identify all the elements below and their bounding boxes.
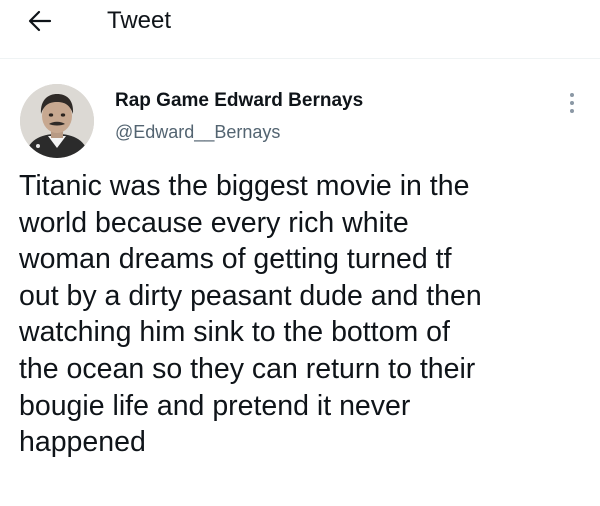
avatar[interactable] xyxy=(20,84,94,158)
tweet-line: happened xyxy=(19,426,146,459)
tweet-line: out by a dirty peasant dude and then xyxy=(19,279,482,312)
arrow-left-icon xyxy=(28,10,52,32)
more-options-button[interactable] xyxy=(560,88,584,118)
page-title: Tweet xyxy=(107,7,172,34)
author-display-name[interactable]: Rap Game Edward Bernays xyxy=(115,88,363,114)
tweet-line: woman dreams of getting turned tf xyxy=(19,243,452,276)
page-header: Tweet xyxy=(0,0,600,59)
more-vertical-icon xyxy=(570,93,574,113)
author-handle[interactable]: @Edward__Bernays xyxy=(115,119,280,145)
profile-photo xyxy=(20,84,94,158)
tweet-line: watching him sink to the bottom of xyxy=(19,316,450,349)
tweet-line: world because every rich white xyxy=(19,206,409,239)
tweet-text: Titanic was the biggest movie in the wor… xyxy=(19,168,589,461)
tweet-line: bougie life and pretend it never xyxy=(19,389,411,422)
back-button[interactable] xyxy=(22,6,58,36)
tweet-line: the ocean so they can return to their xyxy=(19,352,476,385)
tweet-line: Titanic was the biggest movie in the xyxy=(19,170,470,202)
